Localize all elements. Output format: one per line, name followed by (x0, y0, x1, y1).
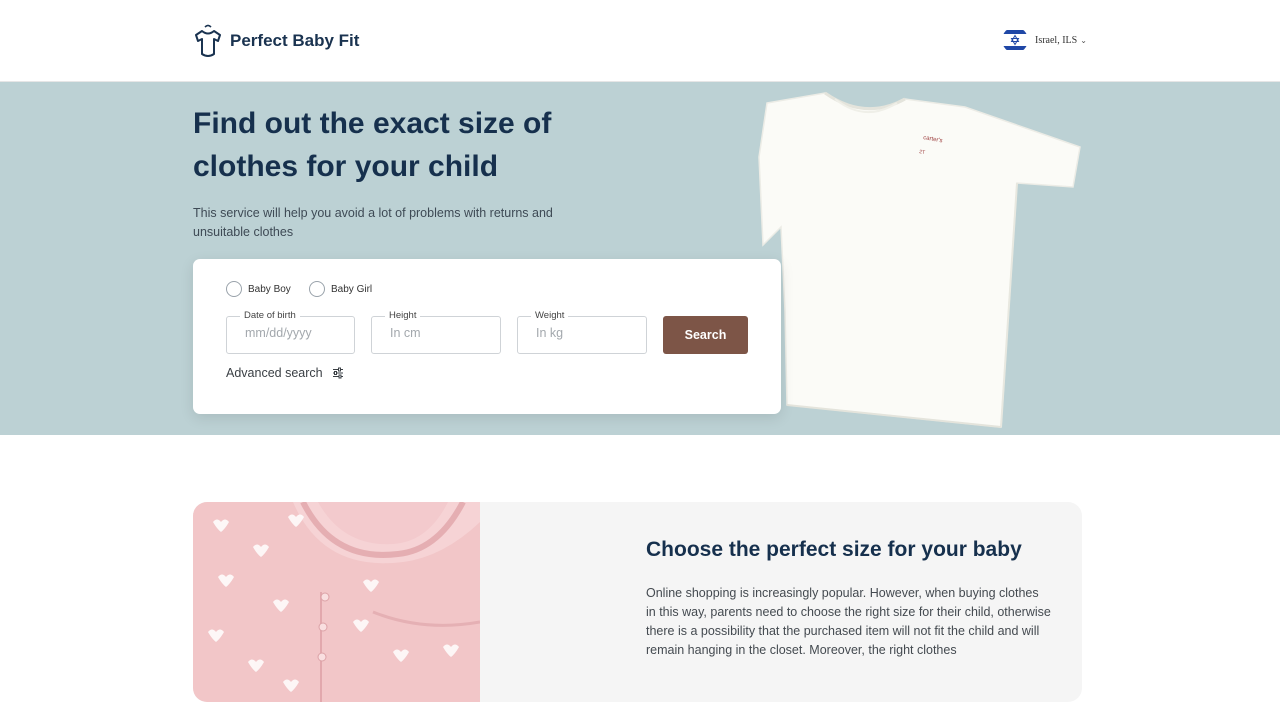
height-field[interactable]: Height (371, 310, 501, 354)
date-of-birth-input[interactable] (245, 326, 348, 340)
hero-title: Find out the exact size of clothes for y… (193, 107, 552, 183)
pink-bodysuit-image (193, 502, 480, 702)
info-section: Choose the perfect size for your baby On… (193, 502, 1082, 702)
radio-label: Baby Boy (248, 283, 291, 295)
size-search-card: Baby Boy Baby Girl Date of birth Height … (193, 259, 781, 414)
date-of-birth-field[interactable]: Date of birth (226, 310, 355, 354)
advanced-search-label: Advanced search (226, 366, 323, 380)
info-text: Online shopping is increasingly popular.… (646, 586, 1051, 657)
radio-circle[interactable] (226, 281, 242, 297)
info-title: Choose the perfect size for your baby (646, 538, 1022, 561)
weight-input[interactable] (536, 326, 640, 340)
date-of-birth-label: Date of birth (240, 310, 300, 321)
height-label: Height (385, 310, 421, 321)
height-input[interactable] (390, 326, 494, 340)
weight-label: Weight (531, 310, 569, 321)
radio-baby-girl[interactable]: Baby Girl (309, 281, 372, 297)
region-label: Israel, ILS (1035, 34, 1078, 46)
chevron-down-icon: ⌄ (1080, 35, 1087, 45)
weight-field[interactable]: Weight (517, 310, 647, 354)
search-button[interactable]: Search (663, 316, 748, 354)
white-tshirt-image: carter's 2T (758, 91, 1081, 428)
brand-logo[interactable]: Perfect Baby Fit (193, 24, 359, 58)
onesie-icon (195, 24, 221, 57)
brand-name: Perfect Baby Fit (230, 31, 360, 50)
hero-section: Find out the exact size of clothes for y… (0, 82, 1280, 435)
radio-baby-boy[interactable]: Baby Boy (226, 281, 291, 297)
region-selector[interactable]: Israel, ILS ⌄ (1002, 27, 1087, 53)
israel-flag-icon (1002, 27, 1028, 53)
radio-label: Baby Girl (331, 283, 373, 295)
site-header: Perfect Baby Fit Israel, ILS ⌄ (0, 0, 1280, 82)
hero-subtitle: This service will help you avoid a lot o… (193, 206, 553, 239)
advanced-search-link[interactable]: Advanced search (226, 366, 344, 380)
sliders-icon (332, 367, 343, 379)
svg-text:2T: 2T (919, 149, 926, 156)
radio-circle[interactable] (309, 281, 325, 297)
